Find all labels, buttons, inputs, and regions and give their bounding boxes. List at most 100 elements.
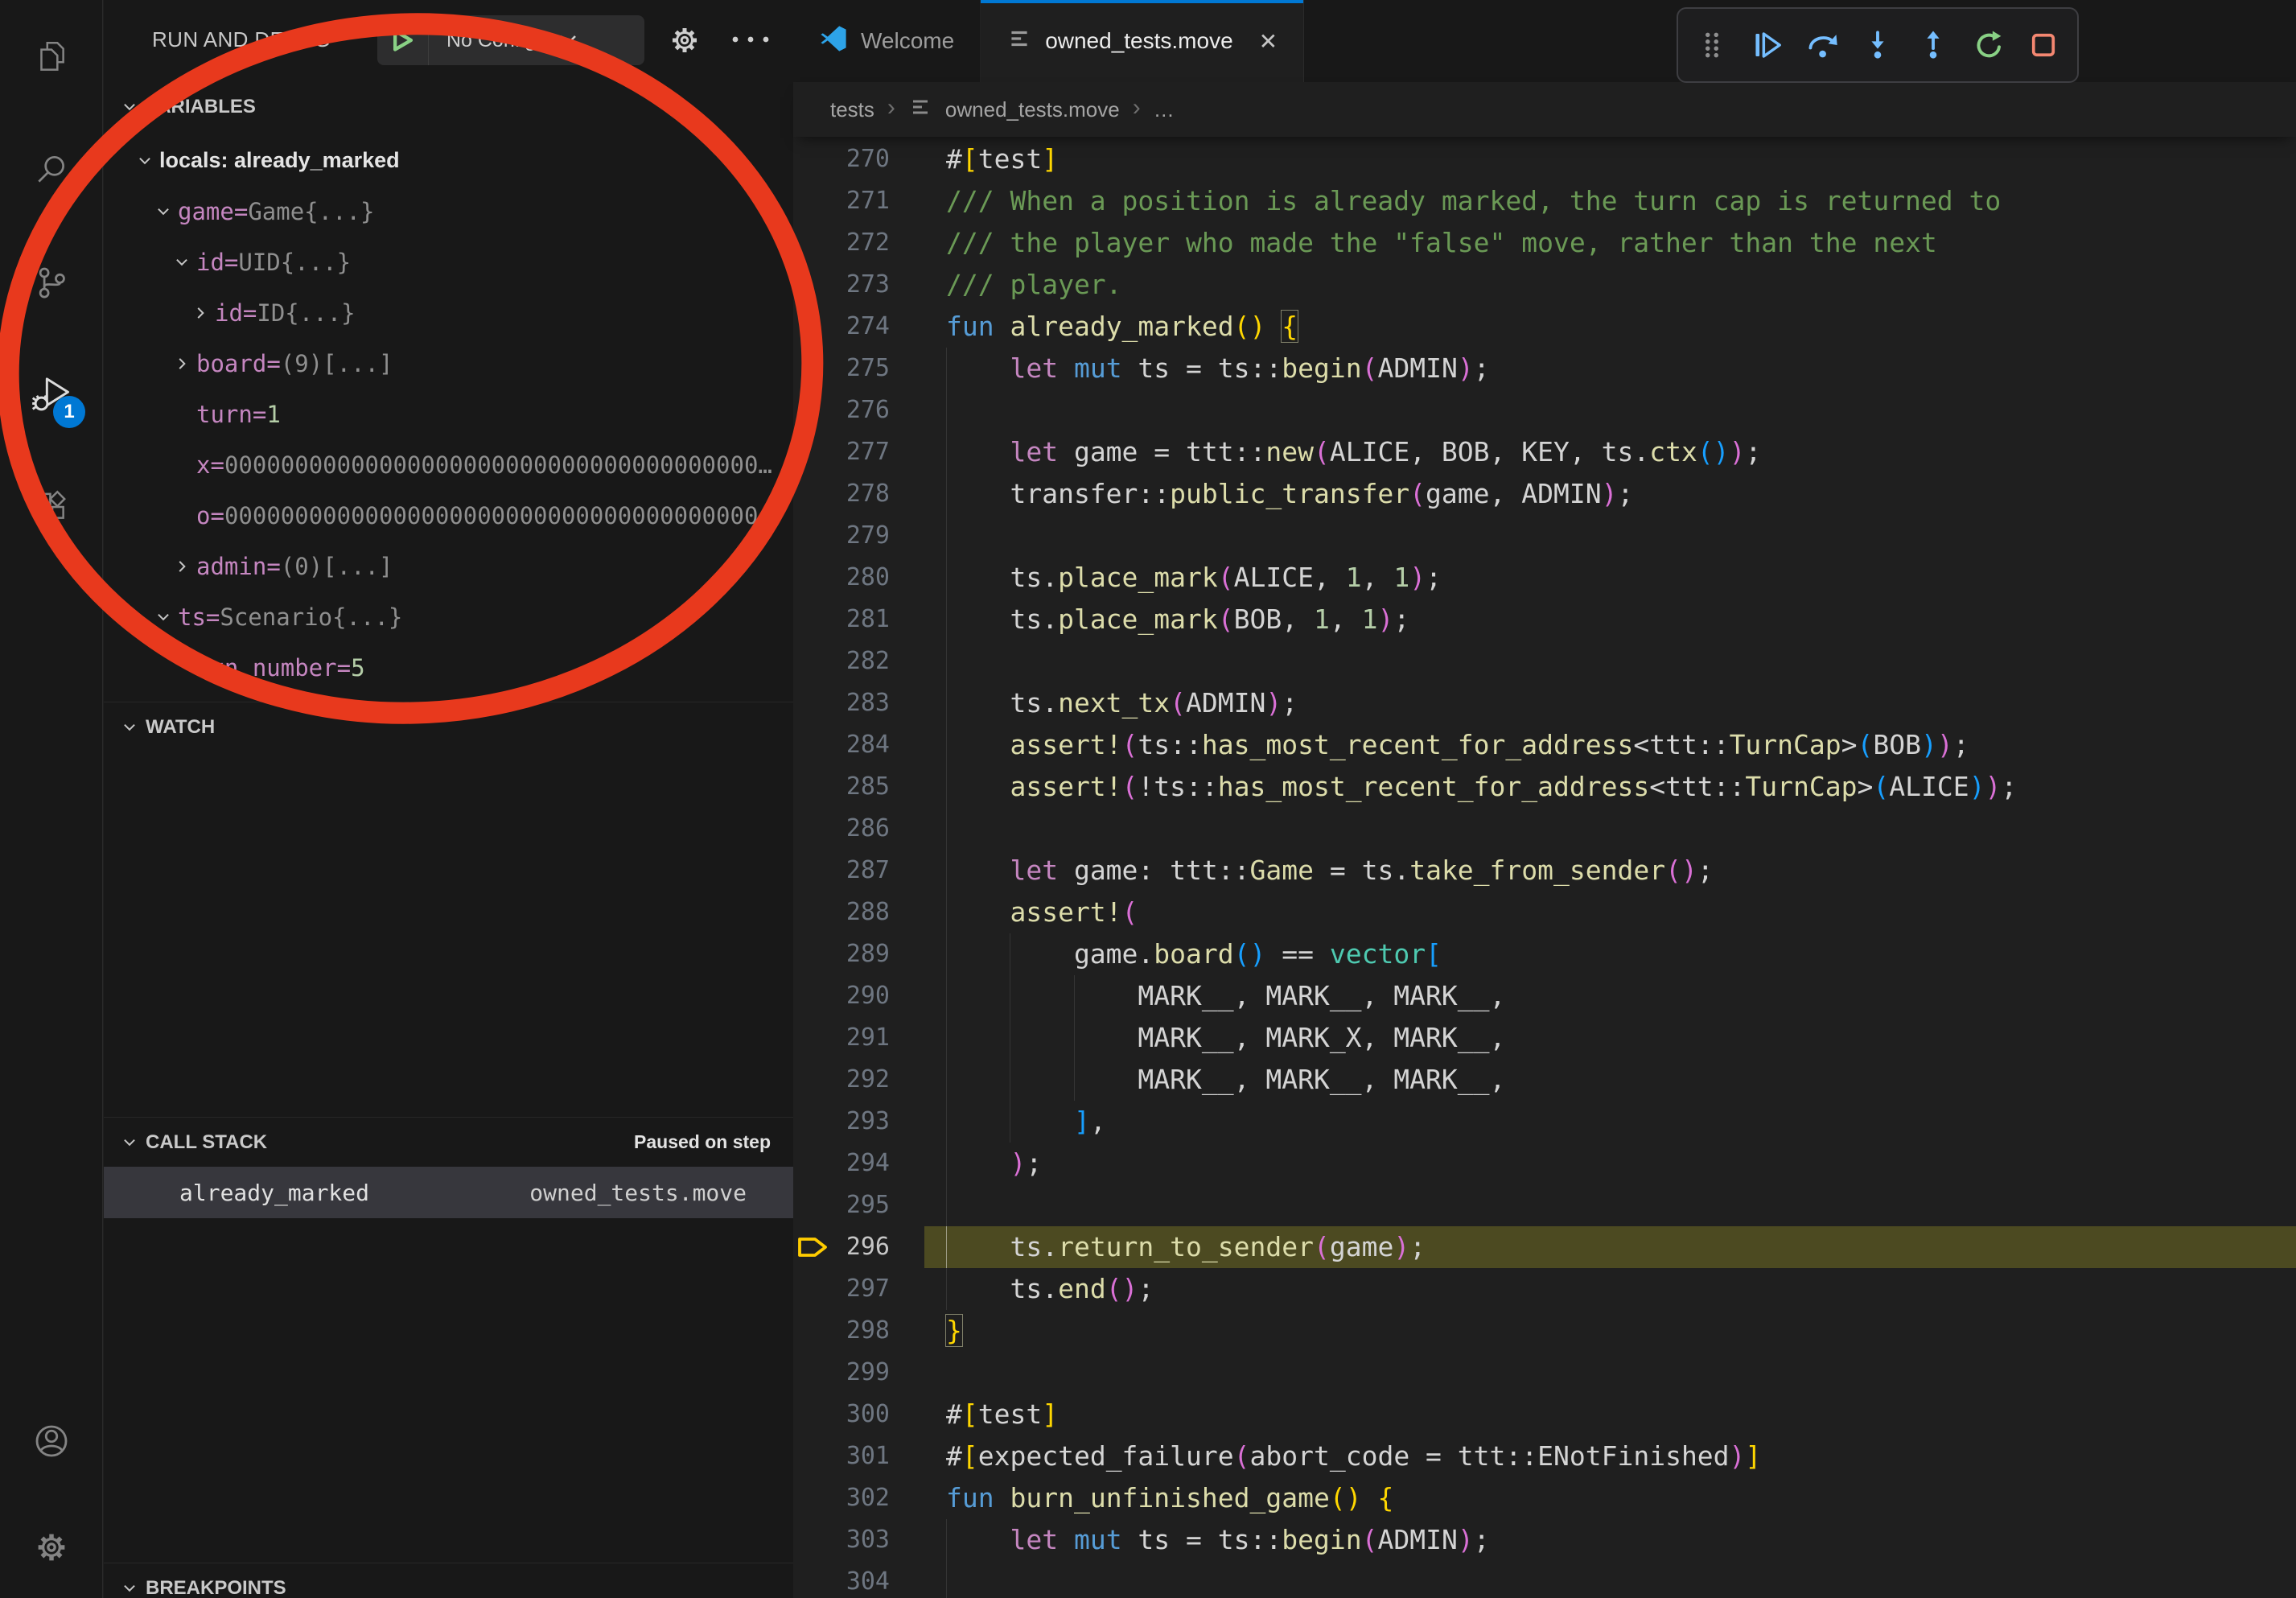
variables-section-header[interactable]: VARIABLES <box>104 82 793 132</box>
code-line[interactable]: 292MARK__, MARK__, MARK__, <box>793 1059 2296 1101</box>
chevron-down-icon[interactable] <box>149 609 178 625</box>
chevron-down-icon[interactable] <box>167 254 196 270</box>
code-line[interactable]: 304 <box>793 1561 2296 1598</box>
line-number[interactable]: 298 <box>793 1310 946 1352</box>
tab-owned-tests[interactable]: owned_tests.move ✕ <box>981 0 1304 82</box>
line-number[interactable]: 285 <box>793 766 946 808</box>
debug-config-dropdown[interactable]: No Configur <box>377 15 644 65</box>
line-number[interactable]: 287 <box>793 850 946 892</box>
line-number[interactable]: 282 <box>793 640 946 682</box>
code-line[interactable]: 270#[test] <box>793 138 2296 180</box>
code-line[interactable]: 274fun already_marked() { <box>793 306 2296 348</box>
code-line[interactable]: 288assert!( <box>793 892 2296 933</box>
chevron-right-icon[interactable] <box>186 305 215 321</box>
code-editor[interactable]: 270#[test]271/// When a position is alre… <box>793 138 2296 1598</box>
code-line[interactable]: 273/// player. <box>793 264 2296 306</box>
breadcrumb-item[interactable]: … <box>1154 97 1175 122</box>
code-line[interactable]: 300#[test] <box>793 1394 2296 1435</box>
line-number[interactable]: 302 <box>793 1477 946 1519</box>
line-number[interactable]: 296 <box>793 1226 946 1268</box>
chevron-right-icon[interactable] <box>167 558 196 575</box>
source-control-icon[interactable] <box>0 232 103 333</box>
more-actions-icon[interactable] <box>730 34 772 49</box>
variable-row[interactable]: o = 000000000000000000000000000000000000… <box>104 490 793 541</box>
line-number[interactable]: 286 <box>793 808 946 850</box>
line-number[interactable]: 273 <box>793 264 946 306</box>
line-number[interactable]: 284 <box>793 724 946 766</box>
chevron-down-icon[interactable] <box>130 153 159 169</box>
line-number[interactable]: 303 <box>793 1519 946 1561</box>
debug-settings-gear-icon[interactable] <box>667 23 702 62</box>
code-line[interactable]: 299 <box>793 1352 2296 1394</box>
variable-row[interactable]: board = (9)[...] <box>104 338 793 389</box>
code-line[interactable]: 290MARK__, MARK__, MARK__, <box>793 975 2296 1017</box>
call-stack-section-header[interactable]: CALL STACK Paused on step <box>104 1117 793 1167</box>
line-number[interactable]: 280 <box>793 557 946 599</box>
code-line[interactable]: 293], <box>793 1101 2296 1143</box>
breadcrumb-item[interactable]: owned_tests.move <box>945 97 1120 122</box>
code-line[interactable]: 302fun burn_unfinished_game() { <box>793 1477 2296 1519</box>
code-line[interactable]: 285assert!(!ts::has_most_recent_for_addr… <box>793 766 2296 808</box>
line-number[interactable]: 290 <box>793 975 946 1017</box>
code-line[interactable]: 272/// the player who made the "false" m… <box>793 222 2296 264</box>
variable-row[interactable]: ts = Scenario{...} <box>104 591 793 642</box>
line-number[interactable]: 294 <box>793 1143 946 1184</box>
line-number[interactable]: 288 <box>793 892 946 933</box>
line-number[interactable]: 271 <box>793 180 946 222</box>
code-line[interactable]: 284assert!(ts::has_most_recent_for_addre… <box>793 724 2296 766</box>
line-number[interactable]: 276 <box>793 389 946 431</box>
chevron-down-icon[interactable] <box>149 204 178 220</box>
line-number[interactable]: 281 <box>793 599 946 640</box>
close-icon[interactable]: ✕ <box>1259 28 1278 55</box>
line-number[interactable]: 300 <box>793 1394 946 1435</box>
code-line[interactable]: 291MARK__, MARK_X, MARK__, <box>793 1017 2296 1059</box>
code-line[interactable]: 280ts.place_mark(ALICE, 1, 1); <box>793 557 2296 599</box>
call-stack-frame[interactable]: already_marked owned_tests.move <box>104 1167 793 1218</box>
chevron-right-icon[interactable] <box>167 356 196 372</box>
extensions-icon[interactable] <box>0 455 103 557</box>
line-number[interactable]: 278 <box>793 473 946 515</box>
line-number[interactable]: 277 <box>793 431 946 473</box>
line-number[interactable]: 279 <box>793 515 946 557</box>
code-line[interactable]: 283ts.next_tx(ADMIN); <box>793 682 2296 724</box>
variable-row[interactable]: locals: already_marked <box>104 135 793 186</box>
line-number[interactable]: 297 <box>793 1268 946 1310</box>
tab-welcome[interactable]: Welcome <box>793 0 981 82</box>
breakpoints-section-header[interactable]: BREAKPOINTS <box>104 1563 793 1598</box>
code-line[interactable]: 276 <box>793 389 2296 431</box>
restart-button[interactable] <box>1964 21 2012 69</box>
code-line[interactable]: 275let mut ts = ts::begin(ADMIN); <box>793 348 2296 389</box>
start-debug-icon[interactable] <box>377 15 429 65</box>
code-line[interactable]: 297ts.end(); <box>793 1268 2296 1310</box>
variable-row[interactable]: game = Game{...} <box>104 186 793 237</box>
watch-section-header[interactable]: WATCH <box>104 702 793 752</box>
line-number[interactable]: 301 <box>793 1435 946 1477</box>
code-line[interactable]: 298} <box>793 1310 2296 1352</box>
code-line[interactable]: 279 <box>793 515 2296 557</box>
code-line[interactable]: 301#[expected_failure(abort_code = ttt::… <box>793 1435 2296 1477</box>
step-over-button[interactable] <box>1798 21 1846 69</box>
line-number[interactable]: 293 <box>793 1101 946 1143</box>
code-line[interactable]: 289game.board() == vector[ <box>793 933 2296 975</box>
line-number[interactable]: 289 <box>793 933 946 975</box>
line-number[interactable]: 295 <box>793 1184 946 1226</box>
code-line[interactable]: 277let game = ttt::new(ALICE, BOB, KEY, … <box>793 431 2296 473</box>
variable-row[interactable]: admin = (0)[...] <box>104 541 793 591</box>
code-line[interactable]: 278transfer::public_transfer(game, ADMIN… <box>793 473 2296 515</box>
code-line[interactable]: 303let mut ts = ts::begin(ADMIN); <box>793 1519 2296 1561</box>
line-number[interactable]: 291 <box>793 1017 946 1059</box>
code-line[interactable]: 287let game: ttt::Game = ts.take_from_se… <box>793 850 2296 892</box>
account-icon[interactable] <box>0 1390 103 1492</box>
line-number[interactable]: 299 <box>793 1352 946 1394</box>
stop-button[interactable] <box>2019 21 2068 69</box>
search-icon[interactable] <box>0 119 103 220</box>
variable-row[interactable]: txn_number = 5 <box>104 642 793 693</box>
explorer-icon[interactable] <box>0 6 103 108</box>
code-line[interactable]: 294); <box>793 1143 2296 1184</box>
code-line[interactable]: 295 <box>793 1184 2296 1226</box>
variable-row[interactable]: turn = 1 <box>104 389 793 439</box>
step-out-button[interactable] <box>1909 21 1957 69</box>
line-number[interactable]: 275 <box>793 348 946 389</box>
variable-row[interactable]: id = UID{...} <box>104 237 793 287</box>
code-line[interactable]: 286 <box>793 808 2296 850</box>
